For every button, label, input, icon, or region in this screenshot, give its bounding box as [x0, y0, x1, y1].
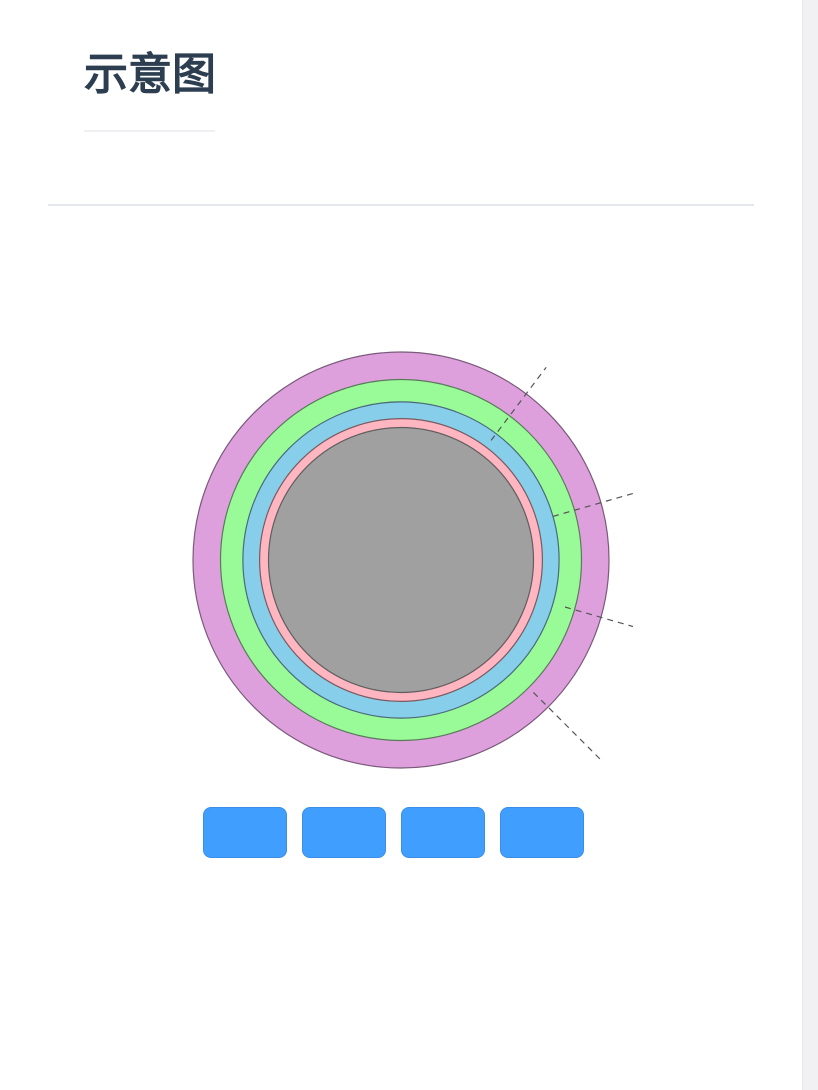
page-title: 示意图 — [84, 49, 216, 100]
core-ring — [267, 426, 535, 694]
layer-button-4[interactable] — [500, 807, 584, 858]
layer-diagram — [192, 351, 634, 769]
vertical-scrollbar[interactable] — [802, 0, 818, 1090]
section-divider — [48, 204, 754, 206]
layer-button-1[interactable] — [203, 807, 287, 858]
layer-button-2[interactable] — [302, 807, 386, 858]
layer-button-row — [203, 807, 584, 858]
page: 示意图 — [0, 0, 818, 1090]
layer-button-3[interactable] — [401, 807, 485, 858]
title-underline — [84, 130, 215, 132]
leader-line-4 — [532, 691, 603, 762]
rings-group — [192, 351, 610, 769]
